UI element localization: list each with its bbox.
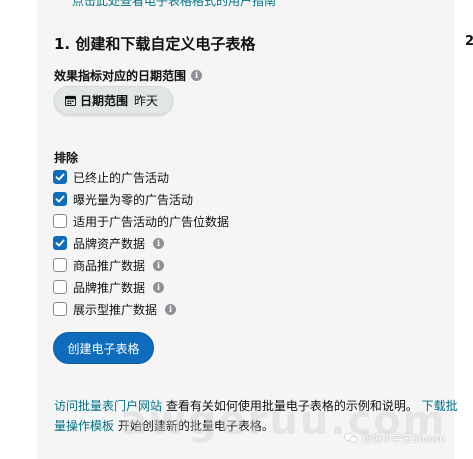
wechat-icon [344, 432, 358, 443]
checkbox-row-sponsored-display-data[interactable]: 展示型推广数据 i [53, 298, 229, 320]
date-range-button-label: 日期范围 [80, 94, 129, 108]
page: 点击此处查看电子表格格式的用户指南 2 1. 创建和下载自定义电子表格 效果指标… [0, 0, 473, 459]
help-text-1: 查看有关如何使用批量电子表格的示例和说明。 [162, 399, 422, 413]
checkbox-row-sponsored-brands-data[interactable]: 品牌推广数据 i [53, 276, 229, 298]
checkbox-label: 商品推广数据 [73, 258, 146, 273]
help-text-2: 开始创建新的批量电子表格。 [114, 419, 274, 433]
checkbox-row-zero-impression-campaigns[interactable]: 曝光量为零的广告活动 [53, 188, 229, 210]
exclude-title: 排除 [54, 151, 79, 165]
calendar-icon [65, 95, 76, 106]
info-icon[interactable]: i [153, 281, 165, 293]
checkbox-row-ended-campaigns[interactable]: 已终止的广告活动 [53, 166, 229, 188]
exclude-checkbox-list: 已终止的广告活动 曝光量为零的广告活动 适用于广告活动的广告位数据 品牌资产数据 i 商品… [53, 166, 229, 320]
info-icon[interactable]: i [153, 259, 165, 271]
date-range-button-value: 昨天 [134, 94, 159, 108]
checkbox[interactable] [53, 214, 67, 228]
section-2-number: 2 [465, 34, 473, 49]
date-range-label: 效果指标对应的日期范围 i [54, 67, 203, 84]
checkbox-label: 品牌资产数据 [73, 236, 146, 251]
info-icon[interactable]: i [191, 70, 203, 81]
user-guide-link[interactable]: 点击此处查看电子表格格式的用户指南 [72, 0, 312, 9]
wechat-watermark: 跨境小学生Shawn [344, 430, 445, 445]
info-icon[interactable]: i [165, 303, 177, 315]
checkbox-label: 曝光量为零的广告活动 [73, 192, 194, 207]
checkbox-row-placement-data[interactable]: 适用于广告活动的广告位数据 [53, 210, 229, 232]
wechat-watermark-text: 跨境小学生Shawn [362, 434, 446, 445]
right-column: 2 [454, 0, 473, 459]
checkbox[interactable] [53, 170, 67, 184]
checkbox-label: 已终止的广告活动 [73, 170, 170, 185]
checkbox[interactable] [53, 236, 67, 250]
checkbox-label: 适用于广告活动的广告位数据 [73, 214, 230, 229]
checkbox[interactable] [53, 258, 67, 272]
checkbox-row-brand-asset-data[interactable]: 品牌资产数据 i [53, 232, 229, 254]
date-range-button[interactable]: 日期范围 昨天 [54, 86, 173, 115]
date-range-label-text: 效果指标对应的日期范围 [54, 69, 187, 83]
checkbox-row-sponsored-products-data[interactable]: 商品推广数据 i [53, 254, 229, 276]
bulk-portal-link[interactable]: 访问批量表门户网站 [54, 399, 162, 413]
checkbox[interactable] [53, 280, 67, 294]
info-icon[interactable]: i [153, 237, 165, 249]
checkbox[interactable] [53, 302, 67, 316]
checkbox-label: 展示型推广数据 [73, 302, 158, 317]
check-icon [55, 195, 65, 203]
create-spreadsheet-button[interactable]: 创建电子表格 [53, 332, 154, 364]
check-icon [55, 173, 65, 181]
page-section-title: 1. 创建和下载自定义电子表格 [54, 35, 256, 53]
checkbox[interactable] [53, 192, 67, 206]
checkbox-label: 品牌推广数据 [73, 280, 146, 295]
check-icon [55, 239, 65, 247]
